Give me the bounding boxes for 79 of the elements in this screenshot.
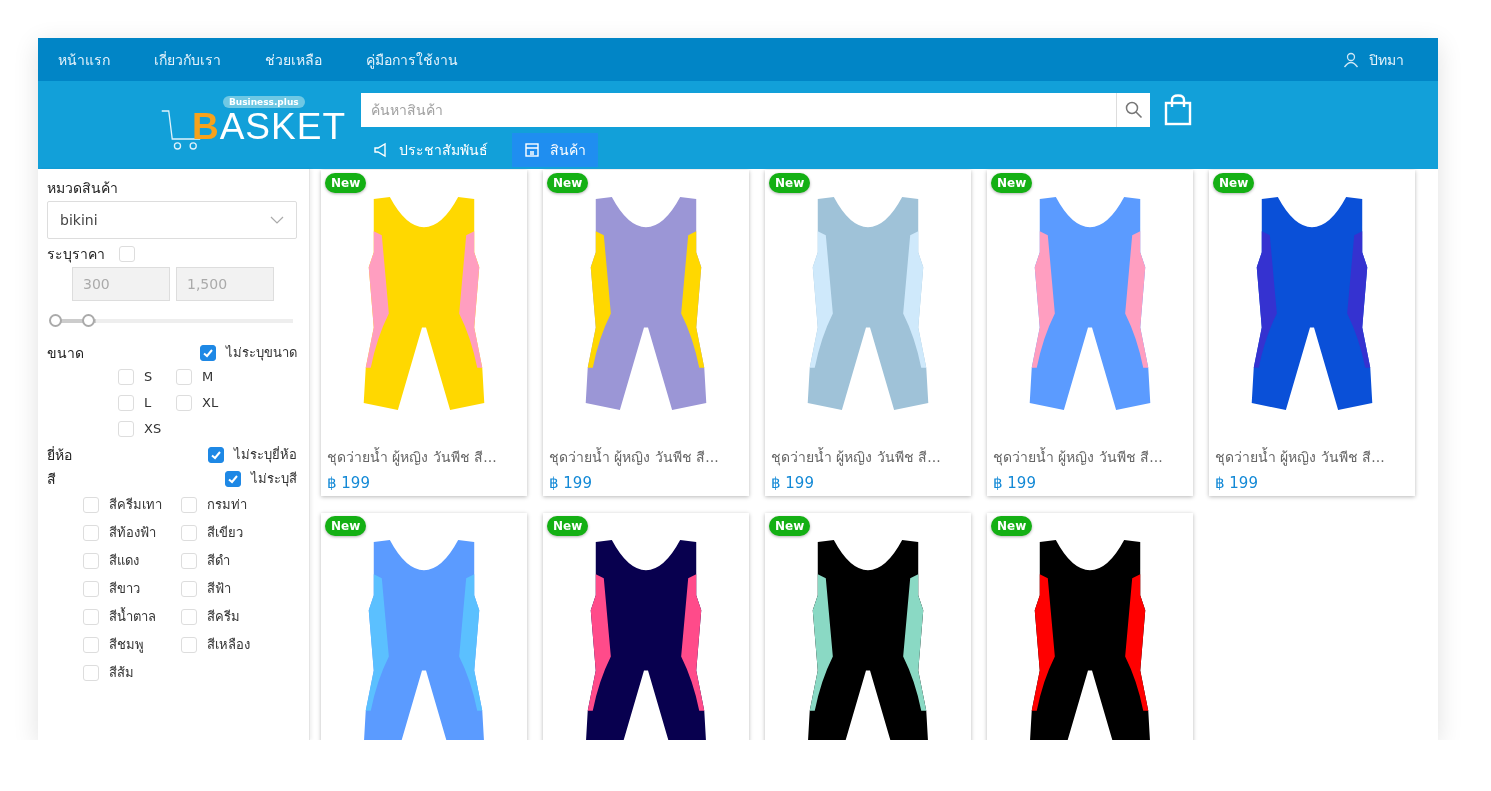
shopping-bag-icon xyxy=(1164,94,1192,126)
new-badge: New xyxy=(547,173,589,193)
new-badge: New xyxy=(325,516,367,536)
product-price: ฿ 199 xyxy=(992,473,1037,492)
nav-link[interactable]: ช่วยเหลือ xyxy=(265,48,322,71)
product-price: ฿ 199 xyxy=(326,473,371,492)
checkbox-label: กรมท่า xyxy=(207,496,247,514)
checkbox-label: L xyxy=(144,394,152,412)
checkmark-icon xyxy=(227,473,239,485)
search-field[interactable]: ค้นหาสินค้า xyxy=(361,93,1116,127)
filter-label: ขนาด xyxy=(47,344,84,362)
product-title: ชุดว่ายน้ำ ผู้หญิง วันพีช สี... xyxy=(326,446,498,468)
product-title: ชุดว่ายน้ำ ผู้หญิง วันพีช สี... xyxy=(1214,446,1386,468)
nav-link[interactable]: เกี่ยวกับเรา xyxy=(154,48,221,71)
new-badge: New xyxy=(991,516,1033,536)
checkbox[interactable] xyxy=(200,345,216,361)
new-badge: New xyxy=(769,173,811,193)
product-title: ชุดว่ายน้ำ ผู้หญิง วันพีช สี... xyxy=(548,446,720,468)
checkbox-label: สีส้ม xyxy=(109,664,134,682)
checkbox-label: สีครีม xyxy=(207,608,240,626)
nav-tab[interactable]: ประชาสัมพันธ์ xyxy=(361,133,500,167)
checkbox[interactable] xyxy=(225,471,241,487)
filter-label: หมวดสินค้า xyxy=(47,179,119,197)
nav-link[interactable]: หน้าแรก xyxy=(58,48,110,71)
search-icon xyxy=(1124,101,1143,119)
product-price: ฿ 199 xyxy=(770,473,815,492)
product-card[interactable]: ชุดว่ายน้ำ ผู้หญิง วันพีช สี... ฿ 199 New xyxy=(987,170,1193,496)
logo-text: BASKET xyxy=(191,108,346,149)
checkbox-label: S xyxy=(144,368,153,386)
category-dropdown[interactable]: bikini xyxy=(47,201,297,239)
checkmark-icon xyxy=(202,347,214,359)
product-price: ฿ 199 xyxy=(548,473,593,492)
user-menu[interactable]: ปิทมา xyxy=(1343,48,1404,71)
product-card[interactable]: ชุดว่ายน้ำ ผู้หญิง วันพีช สี... ฿ 199 New xyxy=(543,170,749,496)
new-badge: New xyxy=(325,173,367,193)
checkbox-label: สีเขียว xyxy=(207,524,243,542)
checkbox-label: สีเหลือง xyxy=(207,636,250,654)
nav-tab[interactable]: สินค้า xyxy=(512,133,598,167)
checkbox-label: XS xyxy=(144,420,162,438)
store-icon xyxy=(524,142,540,158)
product-card[interactable]: New xyxy=(765,513,971,740)
checkbox-label: XL xyxy=(202,394,219,412)
checkbox-label: สีท้องฟ้า xyxy=(109,524,156,542)
checkbox-label: สีน้ำตาล xyxy=(109,608,156,626)
filter-label: ระบุราคา xyxy=(47,245,105,263)
checkbox-label: สีแดง xyxy=(109,552,139,570)
checkbox-label: สีดำ xyxy=(207,552,230,570)
product-card[interactable]: ชุดว่ายน้ำ ผู้หญิง วันพีช สี... ฿ 199 New xyxy=(1209,170,1415,496)
megaphone-icon xyxy=(373,142,389,158)
new-badge: New xyxy=(991,173,1033,193)
search-button[interactable] xyxy=(1116,93,1150,127)
checkmark-icon xyxy=(210,449,222,461)
new-badge: New xyxy=(547,516,589,536)
checkbox-label: สีฟ้า xyxy=(207,580,231,598)
checkbox-label: สีครีมเทา xyxy=(109,496,162,514)
nav-link[interactable]: คู่มือการใช้งาน xyxy=(366,48,458,71)
checkbox-label: M xyxy=(202,368,214,386)
product-price: ฿ 199 xyxy=(1214,473,1259,492)
logo-badge: Business.plus xyxy=(223,96,305,108)
shopping-bag-button[interactable] xyxy=(1164,94,1192,126)
new-badge: New xyxy=(769,516,811,536)
checkbox-label: ไม่ระบุสี xyxy=(251,470,297,488)
product-card[interactable]: New xyxy=(543,513,749,740)
new-badge: New xyxy=(1213,173,1255,193)
product-card[interactable]: ชุดว่ายน้ำ ผู้หญิง วันพีช สี... ฿ 199 New xyxy=(765,170,971,496)
checkbox-label: ไม่ระบุยี่ห้อ xyxy=(234,446,297,464)
product-card[interactable]: New xyxy=(321,513,527,740)
user-icon xyxy=(1343,51,1359,68)
product-card[interactable]: New xyxy=(987,513,1193,740)
checkbox-label: ไม่ระบุขนาด xyxy=(226,344,297,362)
checkbox-label: สีชมพู xyxy=(109,636,144,654)
filter-label: ยี่ห้อ xyxy=(47,446,72,464)
product-title: ชุดว่ายน้ำ ผู้หญิง วันพีช สี... xyxy=(992,446,1164,468)
product-title: ชุดว่ายน้ำ ผู้หญิง วันพีช สี... xyxy=(770,446,942,468)
filter-label: สี xyxy=(47,470,56,488)
checkbox-label: สีขาว xyxy=(109,580,140,598)
product-card[interactable]: ชุดว่ายน้ำ ผู้หญิง วันพีช สี... ฿ 199 New xyxy=(321,170,527,496)
checkbox[interactable] xyxy=(208,447,224,463)
chevron-down-icon xyxy=(270,216,284,224)
